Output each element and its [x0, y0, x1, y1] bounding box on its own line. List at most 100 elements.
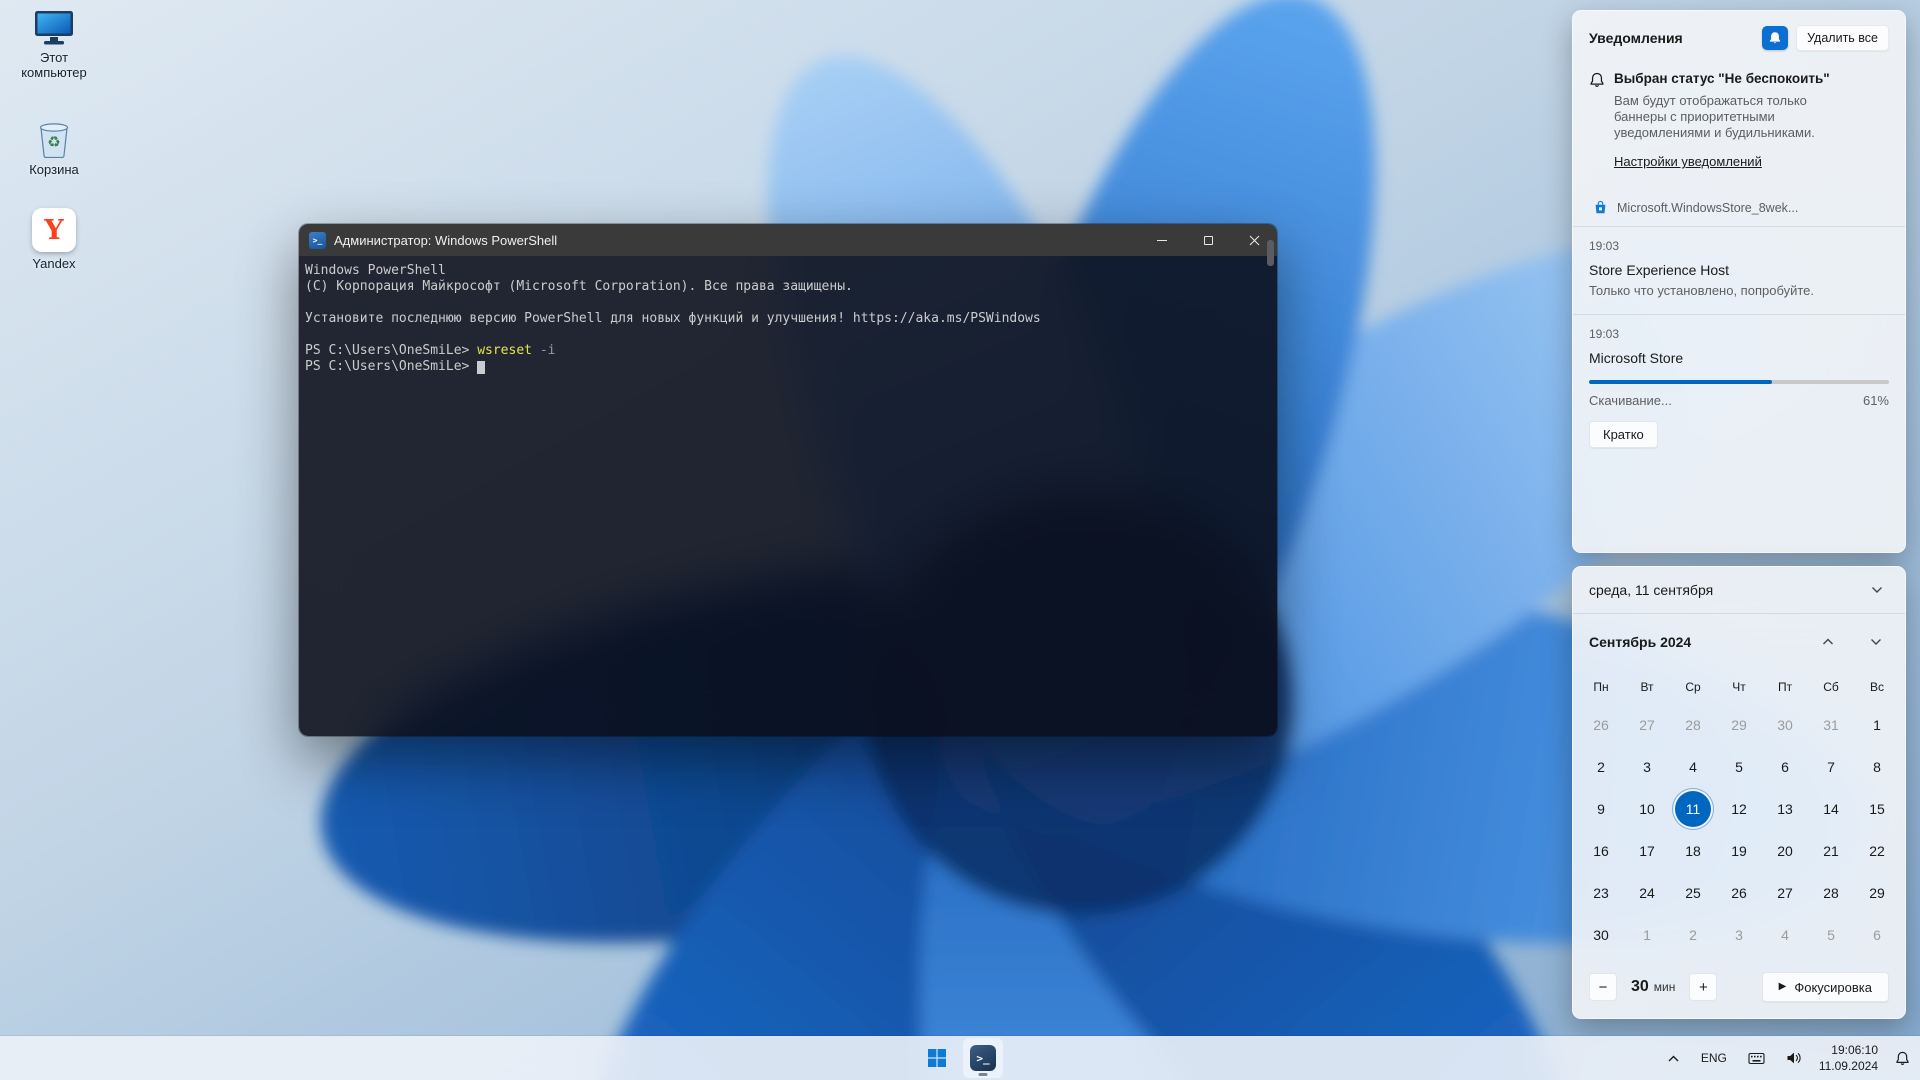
bell-icon [1768, 31, 1782, 45]
taskbar-powershell-button[interactable]: >_ [963, 1038, 1003, 1078]
notification-settings-link[interactable]: Настройки уведомлений [1614, 154, 1762, 169]
notification-title: Microsoft Store [1589, 350, 1889, 366]
clock-time: 19:06:10 [1819, 1042, 1878, 1058]
focus-minutes-increase-button[interactable]: + [1689, 973, 1717, 1001]
minimize-button[interactable] [1139, 224, 1185, 256]
calendar-day[interactable]: 30 [1578, 914, 1624, 956]
calendar-day[interactable]: 26 [1716, 872, 1762, 914]
calendar-day[interactable]: 30 [1762, 704, 1808, 746]
calendar-day[interactable]: 23 [1578, 872, 1624, 914]
powershell-titlebar[interactable]: >_ Администратор: Windows PowerShell [299, 224, 1277, 256]
do-not-disturb-toggle[interactable] [1762, 26, 1788, 50]
calendar-day[interactable]: 4 [1670, 746, 1716, 788]
volume-button[interactable] [1782, 1047, 1806, 1069]
calendar-day[interactable]: 28 [1670, 704, 1716, 746]
calendar-prev-month-button[interactable] [1817, 631, 1839, 653]
focus-minutes-value: 30 мин [1631, 978, 1675, 996]
weekday-label: Сб [1808, 670, 1854, 704]
calendar-day[interactable]: 28 [1808, 872, 1854, 914]
calendar-day[interactable]: 27 [1624, 704, 1670, 746]
calendar-day[interactable]: 20 [1762, 830, 1808, 872]
window-title: Администратор: Windows PowerShell [334, 233, 557, 248]
calendar-day[interactable]: 11 [1670, 788, 1716, 830]
tray-overflow-button[interactable] [1663, 1050, 1684, 1067]
calendar-collapse-button[interactable] [1861, 577, 1893, 603]
clear-all-button[interactable]: Удалить все [1796, 25, 1889, 51]
download-progress-fill [1589, 380, 1772, 384]
focus-minutes-decrease-button[interactable]: − [1589, 973, 1617, 1001]
calendar-date-label: среда, 11 сентября [1589, 582, 1713, 598]
calendar-day[interactable]: 21 [1808, 830, 1854, 872]
notification-card[interactable]: 19:03 Microsoft Store Скачивание... 61% … [1589, 315, 1889, 448]
start-button[interactable] [917, 1038, 957, 1078]
calendar-day[interactable]: 22 [1854, 830, 1900, 872]
maximize-button[interactable] [1185, 224, 1231, 256]
download-progress-bar [1589, 380, 1889, 384]
notification-center: Уведомления Удалить все Выбран статус "Н… [1572, 10, 1906, 553]
focus-session-button[interactable]: ▶ Фокусировка [1762, 972, 1889, 1002]
calendar-day[interactable]: 29 [1854, 872, 1900, 914]
desktop-icon-yandex[interactable]: Y Yandex [6, 208, 102, 272]
calendar-day[interactable]: 4 [1762, 914, 1808, 956]
brief-button[interactable]: Кратко [1589, 421, 1658, 448]
powershell-icon: >_ [970, 1045, 996, 1071]
desktop-icon-this-pc[interactable]: Этот компьютер [6, 10, 102, 81]
calendar-day[interactable]: 10 [1624, 788, 1670, 830]
calendar-day[interactable]: 2 [1578, 746, 1624, 788]
weekday-label: Пт [1762, 670, 1808, 704]
chevron-up-icon [1667, 1054, 1680, 1063]
calendar-day[interactable]: 9 [1578, 788, 1624, 830]
calendar-day[interactable]: 1 [1624, 914, 1670, 956]
calendar-day[interactable]: 29 [1716, 704, 1762, 746]
calendar-day[interactable]: 17 [1624, 830, 1670, 872]
taskbar: >_ ENG 19:06:10 11.09.2024 [0, 1036, 1920, 1080]
clock[interactable]: 19:06:10 11.09.2024 [1819, 1042, 1878, 1074]
terminal-output[interactable]: Windows PowerShell(C) Корпорация Майкрос… [299, 256, 1277, 736]
calendar-day[interactable]: 3 [1624, 746, 1670, 788]
notification-bell-button[interactable] [1891, 1047, 1914, 1070]
microsoft-store-icon [1593, 200, 1608, 215]
clock-date: 11.09.2024 [1819, 1058, 1878, 1074]
calendar-day[interactable]: 24 [1624, 872, 1670, 914]
calendar-day[interactable]: 25 [1670, 872, 1716, 914]
desktop-icon-label: Yandex [32, 257, 75, 272]
calendar-day[interactable]: 15 [1854, 788, 1900, 830]
notifications-title: Уведомления [1589, 30, 1683, 46]
desktop-icon-recycle-bin[interactable]: ♻ Корзина [6, 118, 102, 178]
calendar-day[interactable]: 6 [1762, 746, 1808, 788]
notification-time: 19:03 [1589, 239, 1889, 253]
calendar-day[interactable]: 13 [1762, 788, 1808, 830]
svg-text:♻: ♻ [47, 133, 60, 151]
touch-keyboard-button[interactable] [1744, 1048, 1769, 1069]
play-icon: ▶ [1779, 982, 1787, 992]
notification-group-header[interactable]: Microsoft.WindowsStore_8wek... [1589, 200, 1889, 215]
calendar-day[interactable]: 3 [1716, 914, 1762, 956]
minimize-icon [1157, 240, 1167, 241]
calendar-day[interactable]: 19 [1716, 830, 1762, 872]
calendar-day[interactable]: 16 [1578, 830, 1624, 872]
calendar-day[interactable]: 1 [1854, 704, 1900, 746]
calendar-day[interactable]: 27 [1762, 872, 1808, 914]
calendar-next-month-button[interactable] [1865, 631, 1887, 653]
terminal-scrollbar[interactable] [1267, 240, 1274, 266]
weekday-label: Вс [1854, 670, 1900, 704]
calendar-day[interactable]: 12 [1716, 788, 1762, 830]
calendar-day[interactable]: 8 [1854, 746, 1900, 788]
calendar-day[interactable]: 31 [1808, 704, 1854, 746]
calendar-day[interactable]: 5 [1808, 914, 1854, 956]
calendar-day[interactable]: 2 [1670, 914, 1716, 956]
dnd-status-icon [1589, 72, 1605, 88]
calendar-day[interactable]: 5 [1716, 746, 1762, 788]
calendar-day[interactable]: 18 [1670, 830, 1716, 872]
calendar-day[interactable]: 6 [1854, 914, 1900, 956]
language-indicator[interactable]: ENG [1697, 1047, 1731, 1069]
calendar-month-label[interactable]: Сентябрь 2024 [1589, 634, 1817, 650]
powershell-icon: >_ [309, 232, 326, 249]
calendar-day[interactable]: 14 [1808, 788, 1854, 830]
notification-card[interactable]: 19:03 Store Experience Host Только что у… [1589, 227, 1889, 298]
weekday-label: Ср [1670, 670, 1716, 704]
calendar-day[interactable]: 26 [1578, 704, 1624, 746]
running-indicator [979, 1073, 988, 1076]
calendar-day[interactable]: 7 [1808, 746, 1854, 788]
notification-group-label: Microsoft.WindowsStore_8wek... [1617, 201, 1798, 215]
